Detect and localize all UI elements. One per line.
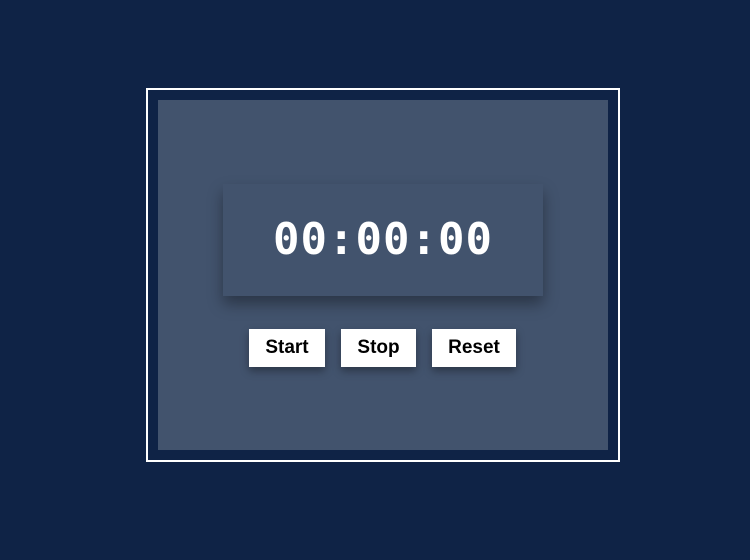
start-button[interactable]: Start [249,329,325,367]
time-display: 00:00:00 [223,184,543,296]
stopwatch-panel: 00:00:00 Start Stop Reset [158,100,608,450]
time-readout: 00:00:00 [273,214,493,265]
control-buttons: Start Stop Reset [158,329,608,367]
page-background: 00:00:00 Start Stop Reset [0,0,750,560]
stopwatch-frame: 00:00:00 Start Stop Reset [146,88,620,462]
stop-button[interactable]: Stop [341,329,416,367]
reset-button[interactable]: Reset [432,329,516,367]
